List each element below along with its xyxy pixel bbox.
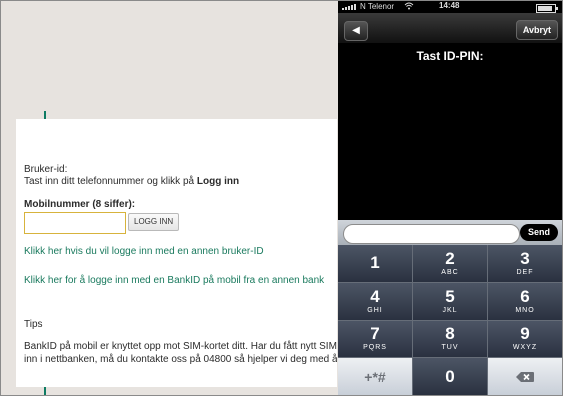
tips-paragraph: BankID på mobil er knyttet opp mot SIM-k…: [24, 340, 337, 366]
instruction-bold: Logg inn: [196, 176, 240, 187]
key-letters: JKL: [442, 306, 458, 314]
key-letters: DEF: [516, 268, 534, 276]
key-5[interactable]: 5 JKL: [413, 282, 487, 320]
web-login-panel: Bruker-id: Tast inn ditt telefonnummer o…: [3, 3, 337, 395]
login-button[interactable]: LOGG INN: [128, 213, 180, 231]
navigation-bar: ◀ Avbryt: [338, 13, 562, 43]
back-arrow-icon: ◀: [352, 25, 360, 36]
key-number: 5: [445, 286, 455, 306]
signal-icon: [342, 4, 356, 10]
key-9[interactable]: 9 WXYZ: [488, 320, 562, 358]
key-number: 3: [520, 248, 530, 268]
mobile-number-label: Mobilnummer (8 siffer):: [24, 199, 136, 210]
screenshot-frame: Bruker-id: Tast inn ditt telefonnummer o…: [0, 0, 563, 396]
instruction-text: Tast inn ditt telefonnummer og klikk på: [24, 176, 195, 187]
backspace-icon: [515, 371, 535, 383]
key-0[interactable]: 0: [413, 358, 487, 395]
pin-input[interactable]: [343, 224, 520, 244]
key-8[interactable]: 8 TUV: [413, 320, 487, 358]
key-number: 1: [370, 253, 380, 273]
send-button[interactable]: Send: [519, 224, 558, 241]
key-letters: TUV: [441, 344, 459, 352]
other-bank-link[interactable]: Klikk her for å logge inn med en BankID …: [24, 275, 324, 286]
key-letters: GHI: [367, 306, 383, 314]
tips-line-1: BankID på mobil er knyttet opp mot SIM-k…: [24, 341, 337, 352]
wifi-icon: [404, 2, 414, 12]
key-number: 7: [370, 324, 380, 344]
key-letters: ABC: [441, 268, 459, 276]
battery-icon: [536, 4, 558, 13]
pin-prompt-title: Tast ID-PIN:: [416, 49, 484, 63]
back-button[interactable]: ◀: [344, 21, 368, 41]
key-number: 6: [520, 286, 530, 306]
key-7[interactable]: 7 PQRS: [338, 320, 412, 358]
clock: 14:48: [439, 1, 460, 10]
user-id-label: Bruker-id:: [24, 164, 68, 175]
cancel-button[interactable]: Avbryt: [515, 20, 558, 40]
status-bar: N Telenor 14:48: [338, 1, 562, 13]
tips-heading: Tips: [24, 319, 43, 330]
key-3[interactable]: 3 DEF: [488, 245, 562, 282]
carrier-name: N Telenor: [360, 2, 395, 11]
key-number: 2: [445, 248, 455, 268]
backspace-key[interactable]: [488, 358, 562, 395]
key-letters: MNO: [515, 306, 535, 314]
key-number: 0: [445, 366, 455, 386]
key-number: 9: [520, 324, 530, 344]
key-4[interactable]: 4 GHI: [338, 282, 412, 320]
key-1[interactable]: 1: [338, 245, 412, 282]
numeric-keypad: 1 2 ABC 3 DEF 4 GHI 5 JKL 6 MNO 7 PQRS 8…: [338, 245, 562, 395]
key-number: 8: [445, 324, 455, 344]
pin-input-bar: Send: [338, 220, 562, 245]
key-symbols[interactable]: +*#: [338, 358, 412, 395]
other-user-id-link[interactable]: Klikk her hvis du vil logge inn med en a…: [24, 246, 264, 257]
key-number: +*#: [364, 368, 386, 385]
key-number: 4: [370, 286, 380, 306]
key-6[interactable]: 6 MNO: [488, 282, 562, 320]
mobile-number-input[interactable]: [24, 212, 126, 234]
login-instruction: Tast inn ditt telefonnummer og klikk på …: [24, 176, 239, 187]
key-letters: WXYZ: [512, 344, 538, 352]
key-letters: PQRS: [363, 344, 387, 352]
phone-screen: N Telenor 14:48 ◀ Avbryt Tast ID-PIN: Se…: [338, 1, 562, 395]
decorative-marker: [44, 387, 46, 395]
tips-line-2: inn i nettbanken, må du kontakte oss på …: [24, 354, 337, 365]
login-card: Bruker-id: Tast inn ditt telefonnummer o…: [16, 119, 337, 387]
key-2[interactable]: 2 ABC: [413, 245, 487, 282]
